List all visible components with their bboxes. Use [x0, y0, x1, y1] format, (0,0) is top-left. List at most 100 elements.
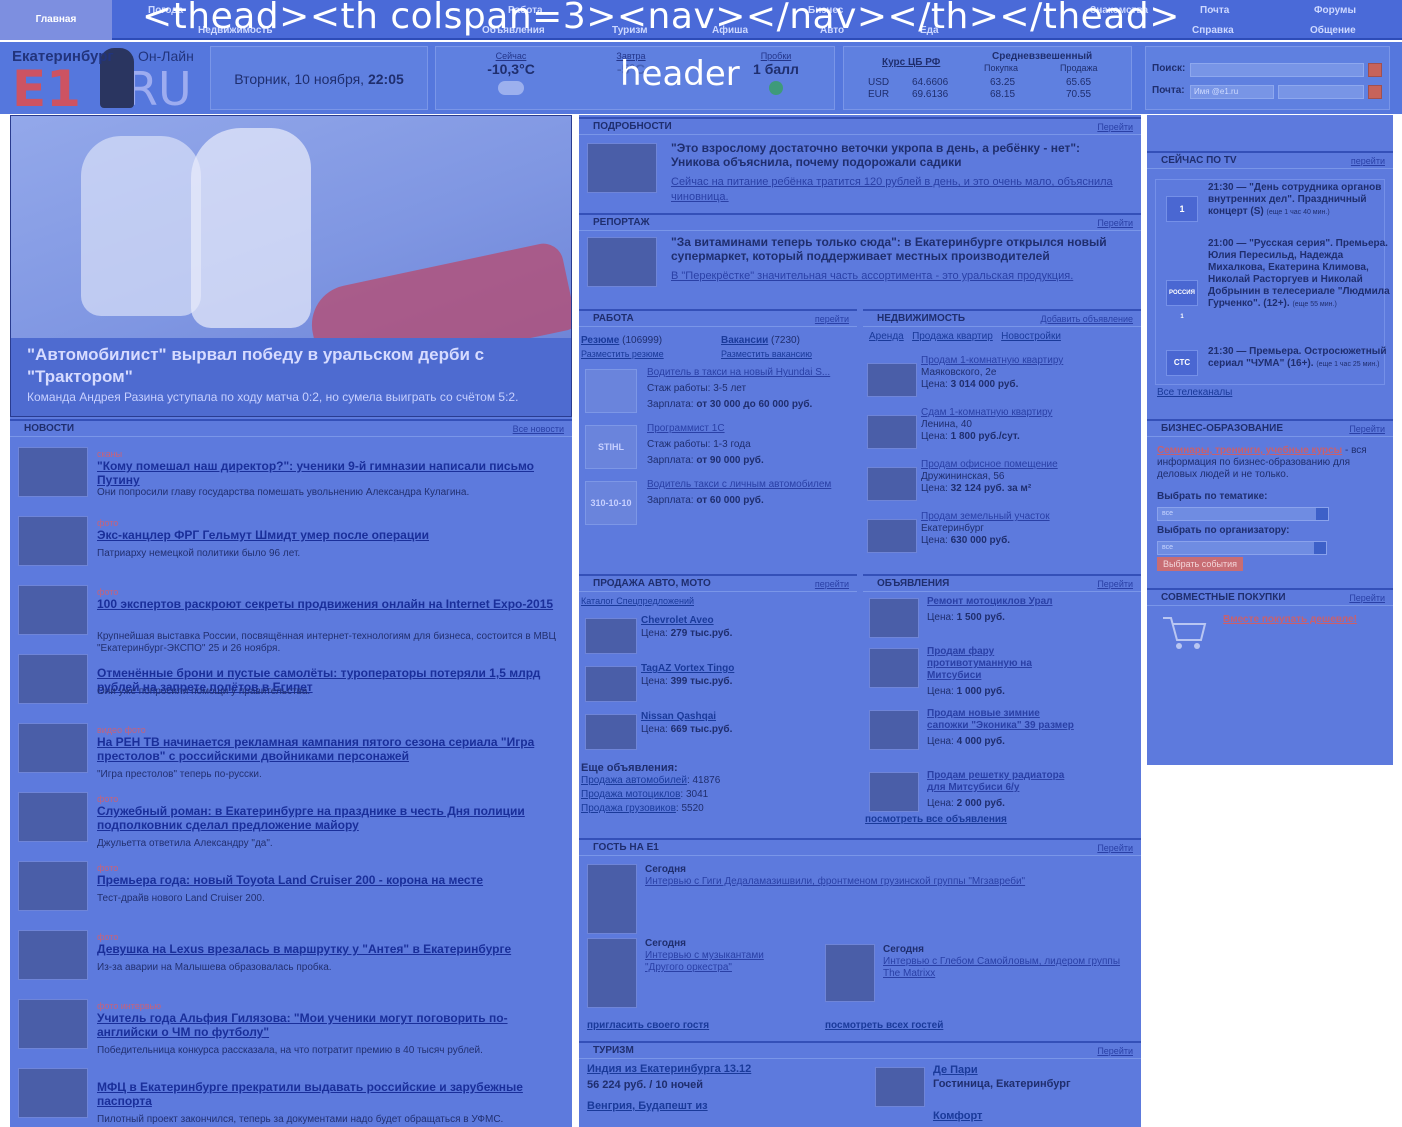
mail-go-icon[interactable] — [1368, 85, 1382, 99]
news-title[interactable]: "Кому помешал наш директор?": ученики 9-… — [97, 459, 565, 487]
nav-item-chat[interactable]: Общение — [1310, 24, 1356, 38]
news-thumb[interactable] — [18, 792, 88, 842]
job-title[interactable]: Водитель такси с личным автомобилем — [647, 477, 831, 493]
biz-link[interactable]: Семинары, тренинги, учебные курсы — [1157, 445, 1342, 456]
invite-guest-link[interactable]: пригласить своего гостя — [587, 1020, 709, 1031]
hotel-title[interactable]: Де Пари — [933, 1063, 1071, 1077]
mail-password-input[interactable] — [1278, 85, 1364, 99]
all-guests-link[interactable]: посмотреть всех гостей — [825, 1020, 943, 1031]
news-title[interactable]: На РЕН ТВ начинается рекламная кампания … — [97, 735, 565, 763]
nav-home[interactable]: Главная — [0, 0, 112, 40]
traffic-label[interactable]: Пробки — [736, 51, 816, 61]
tour-next[interactable]: Венгрия, Будапешт из — [587, 1100, 827, 1113]
search-input[interactable] — [1190, 63, 1364, 77]
employer-logo[interactable] — [585, 369, 637, 413]
news-thumb[interactable] — [18, 585, 88, 635]
all-ads-link[interactable]: посмотреть все объявления — [863, 814, 1141, 825]
joint-more-link[interactable]: Перейти — [1349, 590, 1385, 606]
cb-rate-label[interactable]: Курс ЦБ РФ — [882, 57, 940, 68]
realty-photo[interactable] — [867, 363, 917, 397]
employer-logo[interactable]: STIHL — [585, 425, 637, 469]
sts-icon[interactable]: СТС — [1166, 350, 1198, 376]
biz-more-link[interactable]: Перейти — [1349, 421, 1385, 437]
report-headline[interactable]: "За витаминами теперь только сюда": в Ек… — [671, 235, 1131, 263]
news-title[interactable]: Премьера года: новый Toyota Land Cruiser… — [97, 873, 565, 887]
ads-more-link[interactable]: Перейти — [1097, 576, 1133, 592]
guest-photo[interactable] — [587, 938, 637, 1008]
weather-now-label[interactable]: Сейчас — [476, 51, 546, 61]
details-lead[interactable]: Сейчас на питание ребёнка тратится 120 р… — [671, 175, 1131, 205]
realty-title[interactable]: Продам офисное помещение — [921, 459, 1058, 471]
job-title[interactable]: Водитель в такси на новый Hyundai S... — [647, 365, 830, 381]
ad-title[interactable]: Продам фару противотуманную на Митсубиси — [927, 646, 1077, 682]
tab-rent[interactable]: Аренда — [869, 331, 904, 342]
employer-logo[interactable]: 310-10-10 — [585, 481, 637, 525]
guest-desc[interactable]: Интервью с Глебом Самойловым, лидером гр… — [883, 956, 1120, 979]
guest-photo[interactable] — [825, 944, 875, 1002]
tv-more-link[interactable]: перейти — [1351, 153, 1385, 169]
news-thumb[interactable] — [18, 1068, 88, 1118]
car-photo[interactable] — [585, 666, 637, 702]
car-category-link[interactable]: Продажа автомобилей — [581, 775, 687, 786]
news-thumb[interactable] — [18, 999, 88, 1049]
news-title[interactable]: Учитель года Альфия Гилязова: "Мои учени… — [97, 1011, 565, 1039]
car-category-link[interactable]: Продажа грузовиков — [581, 803, 676, 814]
realty-title[interactable]: Сдам 1-комнатную квартиру — [921, 407, 1052, 419]
russia1-icon[interactable]: РОССИЯ 1 — [1166, 280, 1198, 320]
report-photo[interactable] — [587, 237, 657, 287]
car-title[interactable]: Nissan Qashqai — [641, 710, 732, 723]
guest-desc[interactable]: Интервью с Гиги Дедаламазишвили, фронтме… — [645, 876, 1065, 888]
car-photo[interactable] — [585, 714, 637, 750]
tv-program[interactable]: 21:00 — "Русская серия". Премьера. Юлия … — [1208, 238, 1390, 309]
cars-more-link[interactable]: перейти — [815, 576, 849, 592]
search-go-icon[interactable] — [1368, 63, 1382, 77]
ad-photo[interactable] — [869, 710, 919, 750]
ad-photo[interactable] — [869, 648, 919, 688]
channel1-icon[interactable]: 1 — [1166, 196, 1198, 222]
joint-link[interactable]: Вместе покупать дешевле! — [1223, 614, 1357, 625]
realty-title[interactable]: Продам 1-комнатную квартиру — [921, 355, 1063, 367]
news-thumb[interactable] — [18, 930, 88, 980]
post-resume-link[interactable]: Разместить резюме — [581, 349, 664, 359]
car-title[interactable]: TagAZ Vortex Tingo — [641, 662, 734, 675]
hero-story[interactable]: "Автомобилист" вырвал победу в уральском… — [10, 115, 572, 417]
nav-item-forums[interactable]: Форумы — [1314, 4, 1356, 18]
guests-more-link[interactable]: Перейти — [1097, 840, 1133, 856]
nav-item-mail[interactable]: Почта — [1200, 4, 1229, 18]
news-title[interactable]: МФЦ в Екатеринбурге прекратили выдавать … — [97, 1080, 565, 1108]
post-vacancy-link[interactable]: Разместить вакансию — [721, 349, 812, 359]
choose-events-button[interactable]: Выбрать события — [1157, 557, 1244, 571]
all-news-link[interactable]: Все новости — [513, 421, 564, 437]
hotel-photo[interactable] — [875, 1067, 925, 1107]
ad-title[interactable]: Продам новые зимние сапожки "Эконика" 39… — [927, 708, 1077, 732]
nav-item-help[interactable]: Справка — [1192, 24, 1234, 38]
report-lead[interactable]: В "Перекрёстке" значительная часть ассор… — [671, 269, 1131, 284]
guest-photo[interactable] — [587, 864, 637, 934]
news-thumb[interactable] — [18, 723, 88, 773]
tour-title[interactable]: Индия из Екатеринбурга 13.12 — [587, 1063, 827, 1076]
news-thumb[interactable] — [18, 861, 88, 911]
news-thumb[interactable] — [18, 654, 88, 704]
site-logo[interactable]: E1 RU Екатеринбург Он-Лайн — [6, 44, 204, 118]
jobs-more-link[interactable]: перейти — [815, 311, 849, 327]
ad-photo[interactable] — [869, 772, 919, 812]
details-headline[interactable]: "Это взрослому достаточно веточки укропа… — [671, 141, 1131, 169]
news-title[interactable]: Экс-канцлер ФРГ Гельмут Шмидт умер после… — [97, 528, 565, 542]
news-title[interactable]: Служебный роман: в Екатеринбурге на праз… — [97, 804, 565, 832]
theme-select[interactable]: все — [1157, 507, 1329, 521]
realty-title[interactable]: Продам земельный участок — [921, 511, 1050, 523]
ad-title[interactable]: Продам решетку радиатора для Митсубиси 6… — [927, 770, 1077, 794]
news-thumb[interactable] — [18, 516, 88, 566]
realty-photo[interactable] — [867, 415, 917, 449]
realty-photo[interactable] — [867, 467, 917, 501]
realty-photo[interactable] — [867, 519, 917, 553]
details-photo[interactable] — [587, 143, 657, 193]
realty-add-link[interactable]: Добавить объявление — [1041, 311, 1133, 327]
tourism-more-link[interactable]: Перейти — [1097, 1043, 1133, 1059]
org-select[interactable]: все — [1157, 541, 1327, 555]
car-title[interactable]: Chevrolet Aveo — [641, 614, 732, 627]
news-thumb[interactable] — [18, 447, 88, 497]
details-more-link[interactable]: Перейти — [1097, 119, 1133, 135]
all-channels-link[interactable]: Все телеканалы — [1147, 387, 1393, 398]
cars-catalog-link[interactable]: Каталог Спецпредложений — [579, 592, 857, 612]
